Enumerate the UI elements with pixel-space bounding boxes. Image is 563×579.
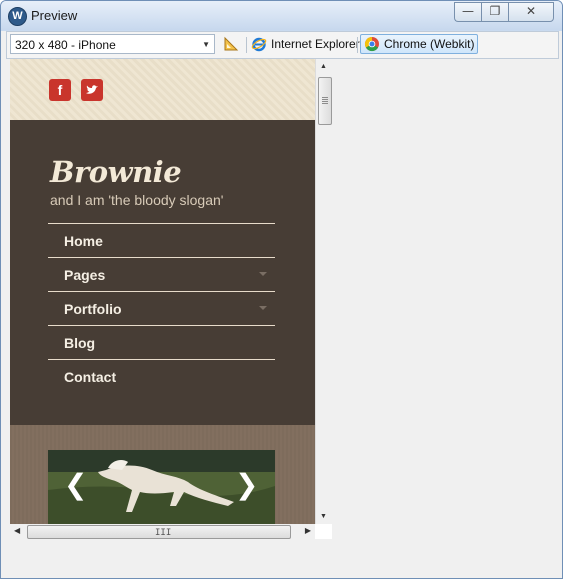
menu-item-home[interactable]: Home [48,223,275,257]
menu-item-contact[interactable]: Contact [48,359,275,393]
chevron-down-icon [259,306,267,310]
image-slider[interactable]: ❮ ❯ [48,450,275,524]
menu-item-label: Blog [64,335,96,351]
maximize-button[interactable]: ❐ [481,2,508,22]
app-icon: W [8,7,27,26]
window-controls: — ❐ ✕ [454,2,554,22]
vertical-scroll-thumb[interactable] [318,77,332,125]
title-bar[interactable]: W Preview — ❐ ✕ [1,1,562,30]
browser-label-ie: Internet Explorer [271,37,360,51]
scroll-down-arrow-icon[interactable]: ▼ [320,513,327,520]
device-select[interactable]: 320 x 480 - iPhone ▼ [10,34,215,54]
vertical-scrollbar[interactable]: ▲ ▼ [315,59,333,524]
chevron-down-icon [259,272,267,276]
preview-toolbar: 320 x 480 - iPhone ▼ Internet Explorer C… [6,31,559,59]
empty-preview-area [332,59,557,539]
scroll-right-arrow-icon[interactable]: ▶ [305,526,311,535]
scroll-grip [322,97,328,98]
horizontal-scrollbar[interactable]: ◀ III ▶ [10,524,315,539]
site-menu: Home Pages Portfolio Blog Contact [48,223,275,393]
menu-item-label: Pages [64,267,106,283]
site-header: Brownie and I am 'the bloody slogan' Hom… [10,120,315,425]
close-button[interactable]: ✕ [508,2,554,22]
menu-item-pages[interactable]: Pages [48,257,275,291]
menu-item-label: Contact [64,369,117,385]
toolbar-separator [357,37,358,53]
browser-label-chrome: Chrome (Webkit) [384,37,475,51]
preview-window: W Preview — ❐ ✕ 320 x 480 - iPhone ▼ Int… [0,0,563,579]
menu-item-blog[interactable]: Blog [48,325,275,359]
twitter-icon[interactable] [81,79,103,101]
browser-button-chrome[interactable]: Chrome (Webkit) [360,34,479,54]
minimize-button[interactable]: — [454,2,481,22]
site-slogan: and I am 'the bloody slogan' [50,192,224,208]
window-title: Preview [31,8,78,23]
menu-item-label: Portfolio [64,301,122,317]
menu-item-label: Home [64,233,103,249]
chevron-left-icon[interactable]: ❮ [64,468,87,501]
site-logo[interactable]: Brownie [50,155,182,189]
facebook-icon[interactable]: f [49,79,71,101]
ruler-icon[interactable] [223,36,239,52]
device-select-value: 320 x 480 - iPhone [15,38,116,52]
site-top-bar: f [10,59,315,120]
window-bottom-area [6,539,557,573]
scroll-left-arrow-icon[interactable]: ◀ [14,526,20,535]
scrollbar-corner [315,524,332,539]
toolbar-separator [246,37,247,53]
menu-item-portfolio[interactable]: Portfolio [48,291,275,325]
scroll-grip: III [155,528,172,538]
preview-viewport[interactable]: f Brownie and I am 'the bloody slogan' H… [10,59,315,524]
chevron-right-icon[interactable]: ❯ [235,468,258,501]
chrome-icon [364,36,379,52]
scroll-up-arrow-icon[interactable]: ▲ [320,63,327,70]
chevron-down-icon: ▼ [202,40,210,49]
browser-button-ie[interactable]: Internet Explorer [248,34,363,54]
horizontal-scroll-thumb[interactable]: III [27,525,291,539]
ie-icon [251,37,267,52]
